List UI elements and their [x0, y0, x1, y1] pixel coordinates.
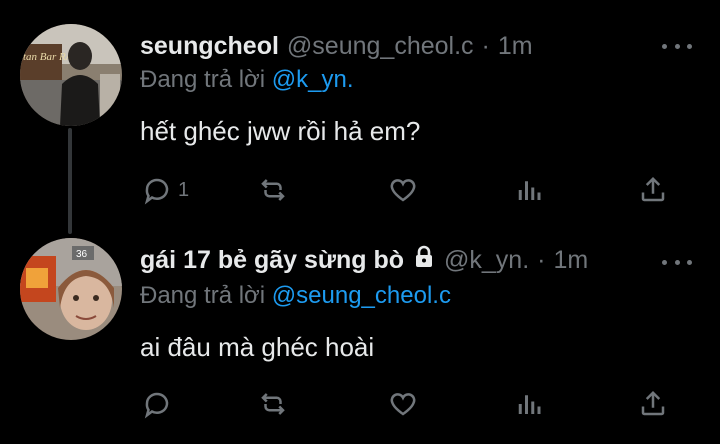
reply-button[interactable]: 1	[142, 170, 189, 210]
thread-line	[68, 128, 72, 234]
display-name[interactable]: seungcheol	[140, 32, 279, 61]
timestamp[interactable]: 1m	[498, 32, 533, 61]
more-icon[interactable]	[662, 252, 692, 272]
avatar[interactable]: 36	[20, 238, 122, 340]
display-name[interactable]: gái 17 bẻ gãy sừng bò	[140, 246, 404, 275]
analytics-icon	[518, 181, 541, 200]
avatar[interactable]: tan Bar RAM	[20, 24, 122, 126]
more-icon[interactable]	[662, 36, 692, 56]
lock-icon	[412, 245, 436, 276]
timestamp[interactable]: 1m	[553, 246, 588, 275]
user-handle[interactable]: @seung_cheol.c	[287, 32, 474, 61]
tweet-text: hết ghéc jww rồi hả em?	[140, 116, 421, 146]
tweet-header: seungcheol @seung_cheol.c · 1m	[140, 26, 533, 66]
separator-dot: ·	[537, 245, 546, 274]
tweet-header: gái 17 bẻ gãy sừng bò @k_yn. · 1m	[140, 240, 588, 280]
share-button[interactable]	[638, 384, 668, 424]
replying-to-handle[interactable]: @k_yn.	[272, 66, 354, 93]
share-button[interactable]	[638, 170, 668, 210]
replying-prefix: Đang trả lời	[140, 66, 272, 93]
heart-icon	[390, 393, 416, 416]
reply-icon	[144, 392, 169, 419]
analytics-button[interactable]	[514, 384, 544, 424]
like-button[interactable]	[388, 170, 418, 210]
retweet-button[interactable]	[258, 384, 288, 424]
tweet[interactable]: tan Bar RAM seungcheol @seung_cheol.c · …	[0, 0, 720, 234]
user-handle[interactable]: @k_yn.	[444, 246, 529, 275]
tweet[interactable]: 36 gái 17 bẻ gãy sừng bò @k_yn. · 1m Đan…	[0, 222, 720, 444]
retweet-button[interactable]	[258, 170, 288, 210]
share-icon	[641, 176, 665, 202]
share-icon	[641, 390, 665, 416]
replying-prefix: Đang trả lời	[140, 282, 272, 309]
replying-to: Đang trả lời @seung_cheol.c	[140, 282, 451, 310]
analytics-icon	[518, 395, 541, 414]
replying-to-handle[interactable]: @seung_cheol.c	[272, 282, 451, 309]
replying-to: Đang trả lời @k_yn.	[140, 66, 354, 94]
avatar-sign-text: 36	[76, 249, 88, 260]
tweet-text: ai đâu mà ghéc hoài	[140, 332, 375, 362]
reply-button[interactable]	[142, 384, 178, 424]
separator-dot: ·	[481, 31, 490, 60]
action-bar: 1	[140, 170, 680, 210]
reply-icon	[144, 178, 169, 205]
reply-count: 1	[178, 178, 190, 201]
like-button[interactable]	[388, 384, 418, 424]
action-bar	[140, 384, 680, 424]
retweet-icon	[261, 179, 285, 201]
analytics-button[interactable]	[514, 170, 544, 210]
heart-icon	[390, 179, 416, 202]
retweet-icon	[261, 393, 285, 415]
